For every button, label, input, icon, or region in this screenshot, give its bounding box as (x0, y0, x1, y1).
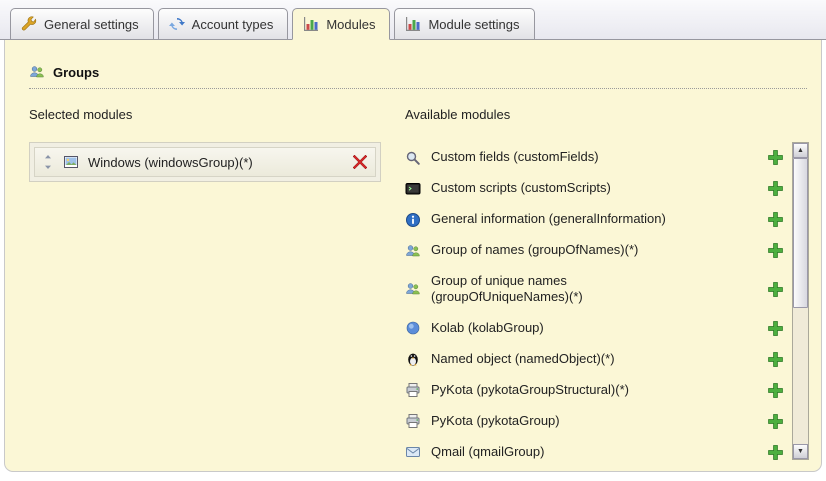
module-row: Custom scripts (customScripts) (405, 173, 792, 204)
module-label: PyKota (pykotaGroupStructural)(*) (431, 382, 629, 398)
module-label: Group of unique names (groupOfUniqueName… (431, 273, 703, 306)
add-module-button[interactable] (767, 413, 784, 430)
drag-handle-icon[interactable] (42, 155, 54, 169)
module-row: PyKota (pykotaGroupStructural)(*) (405, 375, 792, 406)
module-row: Named object (namedObject)(*) (405, 344, 792, 375)
module-row: Kolab (kolabGroup) (405, 313, 792, 344)
mail-icon (405, 444, 422, 460)
add-module-button[interactable] (767, 211, 784, 228)
info-icon (405, 212, 422, 228)
terminal-icon (405, 181, 422, 197)
plus-icon (767, 444, 784, 461)
kolab-icon (405, 320, 422, 336)
module-row: Group of names (groupOfNames)(*) (405, 235, 792, 266)
scroll-up-button[interactable]: ▲ (793, 143, 808, 158)
wrench-icon (21, 16, 37, 32)
penguin-icon (405, 351, 422, 367)
delete-x-icon (352, 154, 368, 170)
remove-module-button[interactable] (352, 154, 368, 170)
selected-modules-column: Selected modules Windows (windowsGroup)(… (29, 107, 381, 460)
section-divider (29, 88, 807, 89)
add-module-button[interactable] (767, 444, 784, 461)
module-label: Kolab (kolabGroup) (431, 320, 544, 336)
up-arrow-icon: ▲ (797, 147, 804, 154)
available-modules-column: Available modules Custom fields (customF… (405, 107, 809, 460)
tab-bar: General settings Account types Modules M… (0, 0, 826, 40)
selected-modules-box: Windows (windowsGroup)(*) (29, 142, 381, 182)
module-row: PyKota (pykotaGroup) (405, 406, 792, 437)
module-label: Qmail (qmailGroup) (431, 444, 544, 460)
plus-icon (767, 242, 784, 259)
add-module-button[interactable] (767, 351, 784, 368)
module-row: Group of unique names (groupOfUniqueName… (405, 266, 792, 313)
group-icon (405, 281, 422, 297)
magnifier-icon (405, 150, 422, 166)
windows-module-icon (63, 154, 79, 170)
chart-icon (303, 16, 319, 32)
scrollbar: ▲ ▼ (792, 142, 809, 460)
module-label: Custom fields (customFields) (431, 149, 599, 165)
section-header: Groups (29, 64, 809, 80)
tab-label: Module settings (428, 17, 519, 32)
module-label: Custom scripts (customScripts) (431, 180, 611, 196)
down-arrow-icon: ▼ (797, 448, 804, 455)
scrollbar-track[interactable] (793, 158, 808, 444)
plus-icon (767, 413, 784, 430)
plus-icon (767, 211, 784, 228)
modules-columns: Selected modules Windows (windowsGroup)(… (29, 107, 809, 460)
module-label: Named object (namedObject)(*) (431, 351, 615, 367)
add-module-button[interactable] (767, 180, 784, 197)
plus-icon (767, 351, 784, 368)
selected-module-label: Windows (windowsGroup)(*) (88, 155, 343, 170)
plus-icon (767, 281, 784, 298)
module-row: Qmail (qmailGroup) (405, 437, 792, 461)
plus-icon (767, 320, 784, 337)
selected-module-row: Windows (windowsGroup)(*) (34, 147, 376, 177)
groups-icon (29, 64, 45, 80)
module-label: Group of names (groupOfNames)(*) (431, 242, 638, 258)
tab-label: Account types (192, 17, 274, 32)
page-title: Groups (53, 65, 99, 80)
available-modules-list: Custom fields (customFields) Custom scri… (405, 142, 792, 460)
scrollbar-thumb[interactable] (793, 158, 808, 308)
available-modules-heading: Available modules (405, 107, 809, 122)
tab-label: General settings (44, 17, 139, 32)
add-module-button[interactable] (767, 242, 784, 259)
add-module-button[interactable] (767, 149, 784, 166)
lam-config-window: General settings Account types Modules M… (0, 0, 826, 481)
plus-icon (767, 149, 784, 166)
printer-icon (405, 413, 422, 429)
tab-general-settings[interactable]: General settings (10, 8, 154, 40)
module-row: Custom fields (customFields) (405, 142, 792, 173)
sync-gear-icon (169, 16, 185, 32)
module-label: General information (generalInformation) (431, 211, 666, 227)
module-label: PyKota (pykotaGroup) (431, 413, 560, 429)
tab-label: Modules (326, 17, 375, 32)
module-row: General information (generalInformation) (405, 204, 792, 235)
tab-modules[interactable]: Modules (292, 8, 390, 40)
tab-account-types[interactable]: Account types (158, 8, 289, 40)
tab-module-settings[interactable]: Module settings (394, 8, 534, 40)
chart-icon (405, 16, 421, 32)
plus-icon (767, 180, 784, 197)
add-module-button[interactable] (767, 281, 784, 298)
available-modules-area: Custom fields (customFields) Custom scri… (405, 142, 809, 460)
add-module-button[interactable] (767, 382, 784, 399)
modules-tab-content: Groups Selected modules Windows (windows… (4, 40, 822, 472)
selected-modules-heading: Selected modules (29, 107, 381, 122)
group-icon (405, 243, 422, 259)
add-module-button[interactable] (767, 320, 784, 337)
printer-icon (405, 382, 422, 398)
plus-icon (767, 382, 784, 399)
scroll-down-button[interactable]: ▼ (793, 444, 808, 459)
